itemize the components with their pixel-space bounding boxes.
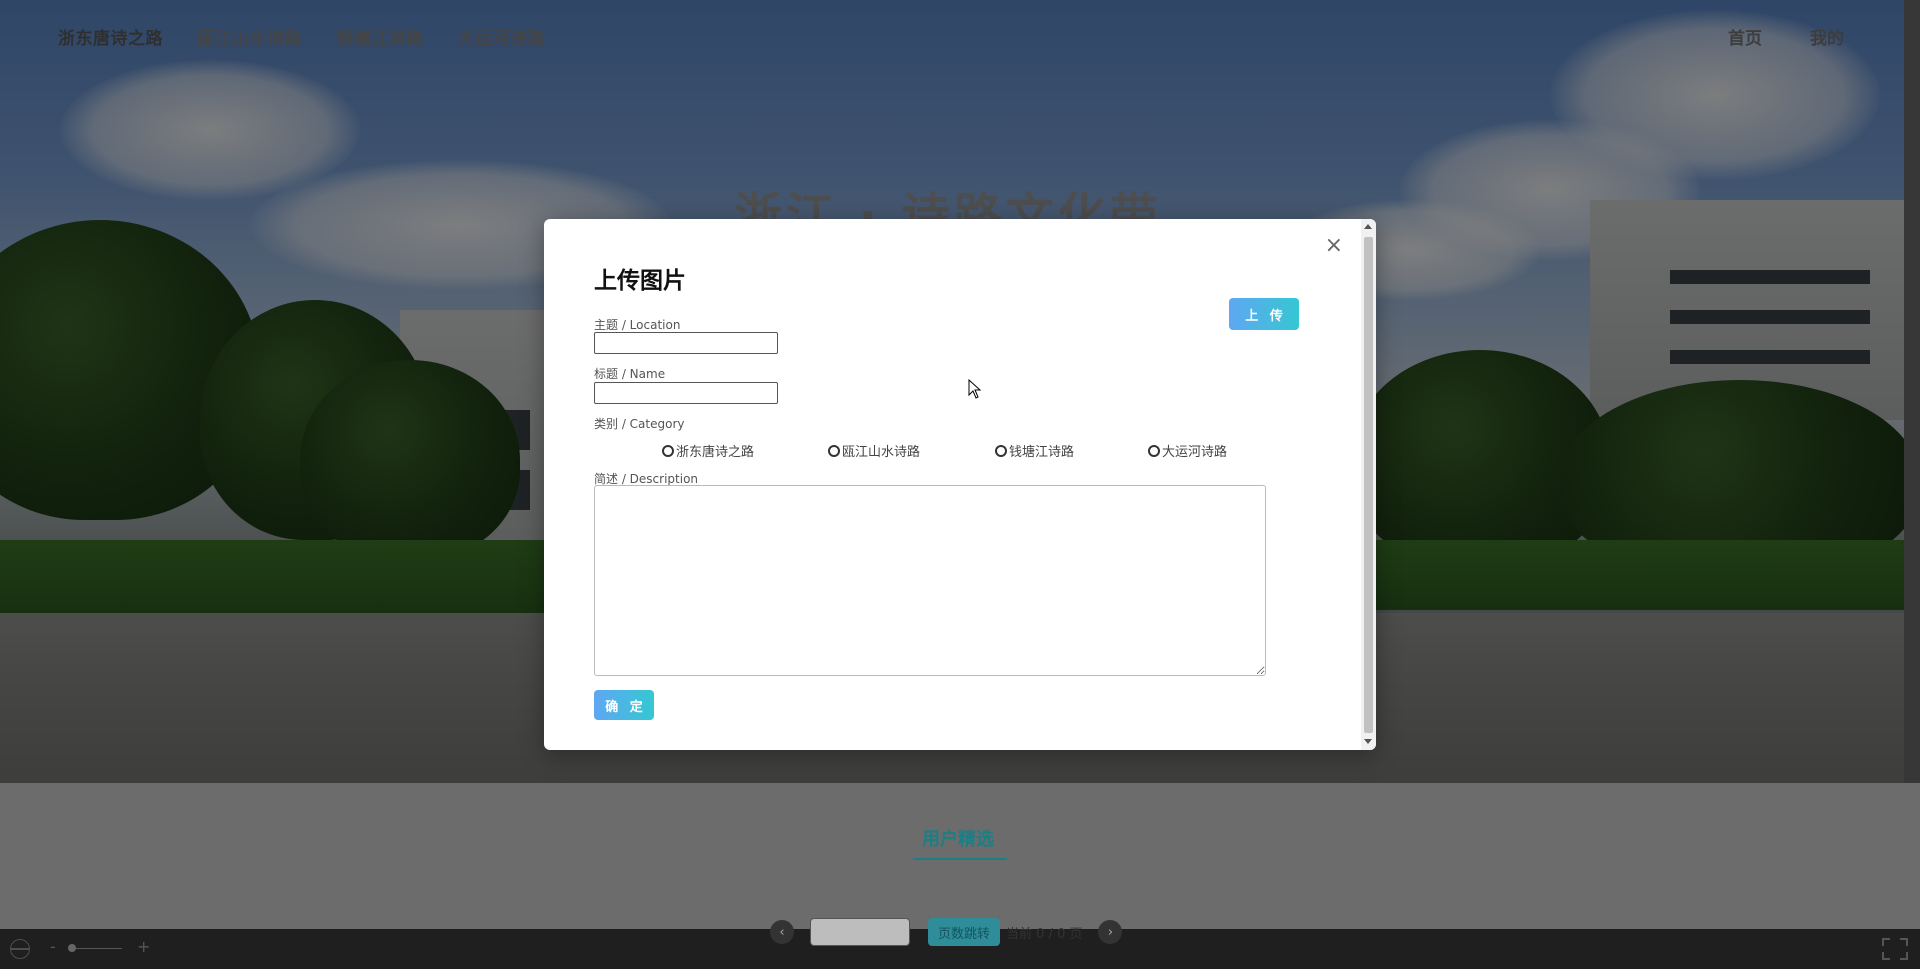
radio-circle-icon[interactable] (662, 444, 674, 457)
category-radio-oujiang[interactable]: 瓯江山水诗路 (828, 441, 920, 460)
section-title: 用户精选 (922, 829, 994, 850)
scroll-down-icon[interactable] (1364, 739, 1372, 744)
radio-label: 大运河诗路 (1162, 445, 1228, 460)
section-underline (913, 858, 1007, 860)
dialog-scrollbar[interactable] (1361, 219, 1376, 750)
category-radio-grand-canal[interactable]: 大运河诗路 (1148, 441, 1227, 460)
page-jump-button[interactable]: 页数跳转 (928, 918, 1001, 946)
page-indicator: 当前 0 / 0 页 (1006, 926, 1083, 942)
radio-circle-icon[interactable] (828, 444, 840, 457)
confirm-button[interactable]: 确 定 (594, 690, 654, 720)
chevron-left-icon[interactable]: ‹ (770, 920, 794, 944)
mouse-cursor-icon (968, 379, 982, 399)
page-input[interactable] (810, 918, 910, 946)
radio-label: 瓯江山水诗路 (842, 445, 921, 460)
name-input[interactable] (594, 382, 778, 404)
category-radio-group: 浙东唐诗之路 瓯江山水诗路 钱塘江诗路 大运河诗路 (662, 441, 1262, 461)
name-label: 标题 / Name (594, 367, 666, 381)
radio-label: 浙东唐诗之路 (676, 445, 755, 460)
description-textarea[interactable] (594, 485, 1266, 676)
category-radio-zhedong[interactable]: 浙东唐诗之路 (662, 441, 754, 460)
location-input[interactable] (594, 332, 778, 354)
scroll-up-icon[interactable] (1364, 224, 1372, 229)
radio-circle-icon[interactable] (995, 444, 1007, 457)
location-label: 主题 / Location (594, 318, 681, 332)
dialog-title: 上传图片 (594, 268, 686, 294)
category-label: 类别 / Category (594, 417, 685, 431)
radio-circle-icon[interactable] (1148, 444, 1160, 457)
category-radio-qiantang[interactable]: 钱塘江诗路 (995, 441, 1074, 460)
radio-label: 钱塘江诗路 (1009, 445, 1075, 460)
pagination: ‹ 页数跳转 当前 0 / 0 页 › (770, 918, 1123, 946)
scrollbar-thumb[interactable] (1364, 237, 1373, 733)
close-icon[interactable]: × (1325, 233, 1343, 258)
upload-button[interactable]: 上 传 (1229, 298, 1299, 330)
upload-dialog: × 上传图片 上 传 主题 / Location 标题 / Name 类别 / … (544, 219, 1376, 750)
chevron-right-icon[interactable]: › (1098, 920, 1123, 944)
